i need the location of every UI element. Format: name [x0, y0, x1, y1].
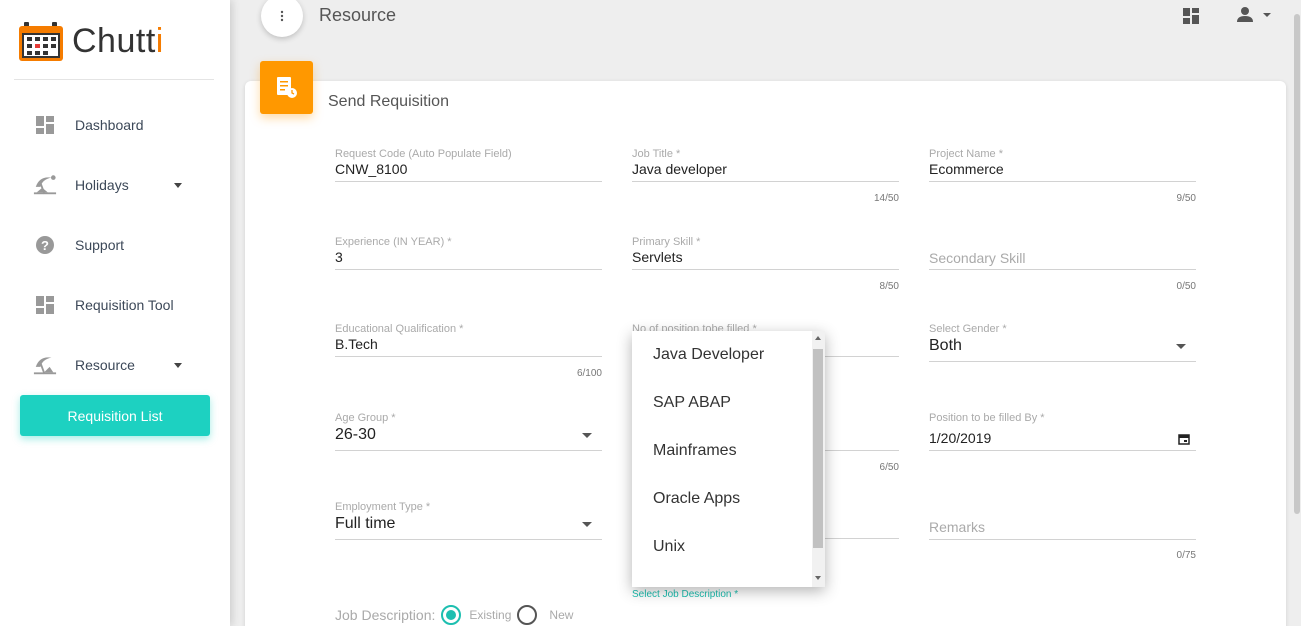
sidebar: Chutti Dashboard Holidays ? Support Requ… [0, 0, 230, 626]
field-underline [335, 539, 602, 540]
field-value: Full time [335, 515, 396, 532]
field-underline [929, 269, 1196, 270]
field-underline [929, 450, 1196, 451]
field-underline [632, 181, 899, 182]
sidebar-item-label: Requisition Tool [75, 297, 174, 313]
field-value: Java developer [632, 161, 727, 177]
calendar-icon[interactable] [1178, 432, 1190, 450]
field-label: Request Code (Auto Populate Field) [335, 148, 512, 160]
field-value: B.Tech [335, 336, 378, 352]
field-underline [335, 269, 602, 270]
field-value: Both [929, 337, 962, 354]
dropdown-option[interactable]: Java Developer [653, 346, 764, 364]
card-header-icon [260, 61, 313, 114]
radio-existing[interactable] [441, 605, 462, 625]
field-value: 26-30 [335, 426, 376, 443]
sidebar-item-requisition-tool[interactable]: Requisition Tool [0, 285, 230, 325]
card-title: Send Requisition [328, 93, 449, 110]
chevron-down-icon [174, 362, 182, 368]
beach-icon [33, 353, 57, 377]
char-counter: 14/50 [873, 193, 899, 204]
char-counter: 6/100 [576, 368, 602, 379]
field-label: Age Group * [335, 412, 396, 424]
dropdown-arrow-icon [582, 522, 592, 527]
dashboard-icon [33, 113, 57, 137]
svg-text:?: ? [41, 238, 49, 253]
field-underline [335, 181, 602, 182]
field-value: Ecommerce [929, 161, 1004, 177]
job-description-label: Job Description: [335, 607, 436, 623]
field-value: 1/20/2019 [929, 430, 992, 446]
field-underline [929, 181, 1196, 182]
sidebar-item-holidays[interactable]: Holidays [0, 165, 230, 205]
field-value: Servlets [632, 249, 683, 265]
char-counter: 0/50 [1176, 281, 1196, 292]
dropdown-option[interactable]: SAP ABAP [653, 394, 731, 412]
scroll-up-icon[interactable] [815, 336, 821, 340]
sidebar-item-resource[interactable]: Resource [0, 345, 230, 385]
sidebar-item-label: Resource [75, 357, 135, 373]
field-label: Job Title * [632, 148, 681, 160]
job-dropdown-menu: Java Developer SAP ABAP Mainframes Oracl… [632, 331, 825, 587]
dropdown-option[interactable]: Mainframes [653, 442, 737, 460]
chevron-down-icon [174, 182, 182, 188]
person-icon [1237, 7, 1271, 22]
field-label: Primary Skill * [632, 236, 701, 248]
dropdown-arrow-icon [1176, 344, 1186, 349]
field-underline [335, 356, 602, 357]
sidebar-item-requisition-list[interactable]: Requisition List [20, 395, 210, 436]
radio-label: New [549, 608, 574, 622]
field-placeholder: Remarks [929, 519, 986, 535]
more-vert-button[interactable] [261, 0, 303, 37]
more-vert-icon [280, 10, 284, 22]
field-label: Experience (IN YEAR) * [335, 236, 452, 248]
dashboard-icon [33, 293, 57, 317]
char-counter: 8/50 [879, 281, 899, 292]
brand-prefix: Chutt [72, 21, 156, 60]
sidebar-item-support[interactable]: ? Support [0, 225, 230, 265]
dropdown-option[interactable]: Unix [653, 538, 685, 556]
field-underline [632, 269, 899, 270]
radio-new[interactable] [517, 605, 538, 625]
field-underline [929, 361, 1196, 362]
field-label: Educational Qualification * [335, 323, 464, 335]
radio-label: Existing [469, 608, 512, 622]
brand-accent: i [155, 21, 164, 60]
dropdown-scrollbar-thumb[interactable] [813, 349, 823, 548]
page-title: Resource [319, 5, 397, 25]
beach-icon [33, 173, 57, 197]
sidebar-item-label: Holidays [75, 177, 129, 193]
calendar-logo-icon [18, 20, 64, 62]
sidebar-divider [14, 79, 214, 80]
page-scrollbar-thumb[interactable] [1294, 14, 1300, 514]
select-job-description-label: Select Job Description * [632, 589, 739, 600]
dropdown-option[interactable]: Oracle Apps [653, 490, 740, 508]
brand-name: Chutti [72, 22, 164, 61]
document-clock-icon [276, 76, 297, 98]
field-label: Position to be filled By * [929, 412, 1045, 424]
sidebar-item-label: Dashboard [75, 117, 144, 133]
dropdown-arrow-icon [582, 433, 592, 438]
field-value: 3 [335, 249, 343, 265]
sidebar-item-label: Support [75, 237, 125, 253]
char-counter: 6/50 [879, 462, 899, 473]
scroll-down-icon[interactable] [815, 576, 821, 580]
char-counter: 0/75 [1176, 550, 1196, 561]
field-value: CNW_8100 [335, 161, 408, 177]
field-label: Employment Type * [335, 501, 431, 513]
user-menu-button[interactable] [1236, 6, 1274, 26]
char-counter: 9/50 [1176, 193, 1196, 204]
app-logo[interactable]: Chutti [18, 20, 164, 62]
field-underline [929, 539, 1196, 540]
job-description-radio-group: Job Description: Existing New [335, 604, 573, 626]
field-underline [335, 450, 602, 451]
page-scrollbar[interactable] [1293, 0, 1301, 626]
field-label: Select Gender * [929, 323, 1007, 335]
sidebar-item-dashboard[interactable]: Dashboard [0, 105, 230, 145]
help-icon: ? [33, 233, 57, 257]
field-placeholder: Secondary Skill [929, 250, 1026, 266]
dashboard-icon[interactable] [1183, 8, 1199, 24]
field-label: Project Name * [929, 148, 1003, 160]
